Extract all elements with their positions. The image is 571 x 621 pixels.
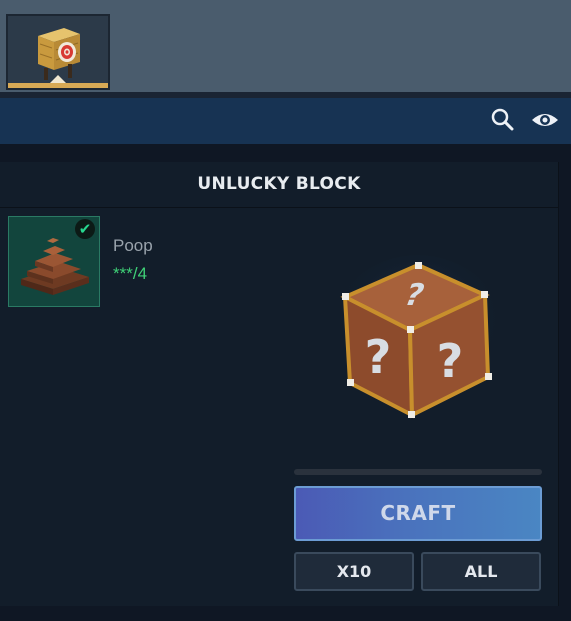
- eye-icon[interactable]: [530, 107, 560, 133]
- craft-progress-bar: [294, 469, 542, 475]
- toolbar: [0, 98, 571, 144]
- svg-text:?: ?: [365, 330, 392, 384]
- target-icon: [38, 28, 80, 80]
- search-icon[interactable]: [490, 107, 516, 133]
- craft-button[interactable]: CRAFT: [294, 486, 542, 541]
- tab-target[interactable]: [6, 14, 110, 90]
- ingredient-count: ***/4: [113, 264, 148, 283]
- unlucky-block-icon: ? ? ?: [330, 255, 505, 419]
- ingredient-name: Poop: [113, 236, 153, 255]
- svg-text:?: ?: [437, 334, 464, 388]
- recipe-title: UNLUCKY BLOCK: [0, 162, 558, 208]
- craft-x10-button[interactable]: X10: [294, 552, 414, 591]
- check-icon: ✔: [75, 219, 95, 239]
- craft-all-button[interactable]: ALL: [421, 552, 541, 591]
- tab-caret: [50, 75, 66, 83]
- tab-underline: [8, 83, 108, 88]
